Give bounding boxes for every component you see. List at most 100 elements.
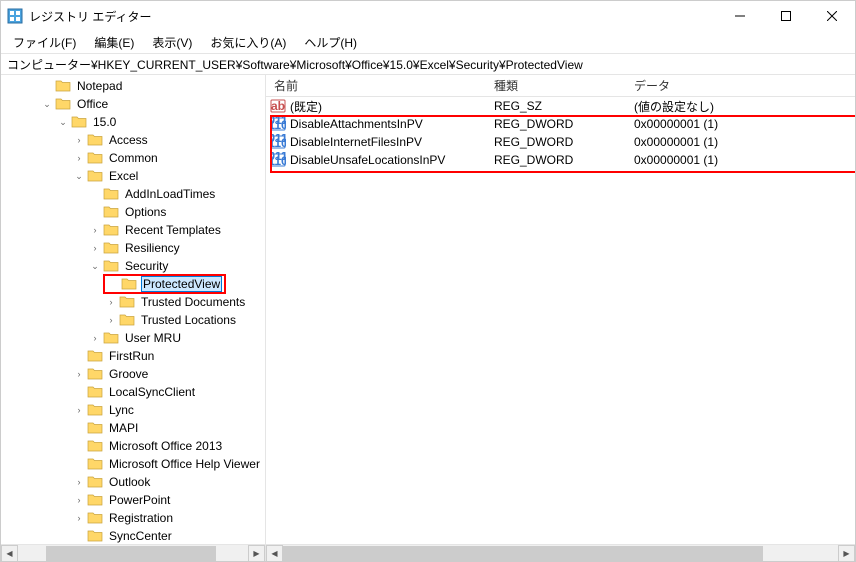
tree-item-msohelp[interactable]: Microsoft Office Help Viewer: [107, 457, 262, 471]
folder-icon: [87, 402, 103, 418]
tree-item-options[interactable]: Options: [123, 205, 168, 219]
tree-item-access[interactable]: Access: [107, 133, 150, 147]
expand-icon[interactable]: [73, 458, 85, 470]
scroll-track[interactable]: [283, 545, 838, 562]
scroll-track[interactable]: [18, 545, 248, 562]
menu-favorites[interactable]: お気に入り(A): [202, 32, 294, 53]
tree-item-common[interactable]: Common: [107, 151, 160, 165]
tree-item-registration[interactable]: Registration: [107, 511, 175, 525]
expand-icon[interactable]: [73, 440, 85, 452]
tree-item-security[interactable]: Security: [123, 259, 170, 273]
chevron-right-icon[interactable]: ›: [73, 152, 85, 164]
scroll-left-button[interactable]: ◀: [1, 545, 18, 562]
header-type[interactable]: 種類: [486, 77, 626, 94]
chevron-right-icon[interactable]: ›: [73, 512, 85, 524]
chevron-right-icon[interactable]: ›: [105, 314, 117, 326]
chevron-right-icon[interactable]: ›: [73, 476, 85, 488]
folder-icon: [87, 510, 103, 526]
highlight-box: ProtectedView: [103, 274, 226, 295]
chevron-right-icon[interactable]: ›: [73, 134, 85, 146]
tree-item-office[interactable]: Office: [75, 97, 110, 111]
tree-item-mapi[interactable]: MAPI: [107, 421, 140, 435]
minimize-button[interactable]: [717, 1, 763, 31]
chevron-down-icon[interactable]: ⌄: [89, 260, 101, 272]
expand-icon[interactable]: [73, 422, 85, 434]
menu-file[interactable]: ファイル(F): [5, 32, 84, 53]
tree-item-synccenter[interactable]: SyncCenter: [107, 529, 174, 543]
list-header: 名前 種類 データ: [266, 75, 855, 97]
tree-item-resiliency[interactable]: Resiliency: [123, 241, 182, 255]
expand-icon[interactable]: [41, 80, 53, 92]
tree-pane: Notepad ⌄ Office ⌄ 15.0 › Access › Common ⌄ E…: [1, 75, 266, 561]
list-row[interactable]: DisableAttachmentsInPVREG_DWORD0x0000000…: [266, 115, 855, 133]
list-row[interactable]: (既定)REG_SZ(値の設定なし): [266, 97, 855, 115]
menu-view[interactable]: 表示(V): [144, 32, 200, 53]
expand-icon[interactable]: [89, 206, 101, 218]
chevron-right-icon[interactable]: ›: [89, 332, 101, 344]
scroll-thumb[interactable]: [283, 546, 763, 561]
tree-item-localsync[interactable]: LocalSyncClient: [107, 385, 197, 399]
value-bin-icon: [270, 134, 286, 150]
tree-item-trustedlocs[interactable]: Trusted Locations: [139, 313, 238, 327]
header-name[interactable]: 名前: [266, 77, 486, 94]
list-body[interactable]: (既定)REG_SZ(値の設定なし)DisableAttachmentsInPV…: [266, 97, 855, 544]
tree-item-notepad[interactable]: Notepad: [75, 79, 124, 93]
folder-icon: [103, 204, 119, 220]
list-row[interactable]: DisableUnsafeLocationsInPVREG_DWORD0x000…: [266, 151, 855, 169]
expand-icon[interactable]: [107, 276, 119, 288]
tree-item-mso2013[interactable]: Microsoft Office 2013: [107, 439, 224, 453]
tree-item-excel[interactable]: Excel: [107, 169, 140, 183]
value-bin-icon: [270, 116, 286, 132]
app-icon: [7, 8, 23, 24]
expand-icon[interactable]: [73, 386, 85, 398]
chevron-right-icon[interactable]: ›: [105, 296, 117, 308]
registry-tree[interactable]: Notepad ⌄ Office ⌄ 15.0 › Access › Common ⌄ E…: [1, 75, 265, 544]
folder-icon: [87, 348, 103, 364]
tree-item-15[interactable]: 15.0: [91, 115, 118, 129]
menu-edit[interactable]: 編集(E): [86, 32, 142, 53]
chevron-down-icon[interactable]: ⌄: [41, 98, 53, 110]
folder-icon: [87, 420, 103, 436]
value-name: DisableUnsafeLocationsInPV: [290, 153, 445, 167]
expand-icon[interactable]: [89, 188, 101, 200]
scroll-right-button[interactable]: ▶: [838, 545, 855, 562]
list-hscroll[interactable]: ◀ ▶: [266, 544, 855, 561]
folder-icon: [103, 258, 119, 274]
expand-icon[interactable]: [73, 350, 85, 362]
tree-item-lync[interactable]: Lync: [107, 403, 136, 417]
tree-item-powerpoint[interactable]: PowerPoint: [107, 493, 172, 507]
chevron-right-icon[interactable]: ›: [73, 368, 85, 380]
tree-item-protectedview[interactable]: ProtectedView: [141, 276, 222, 292]
folder-icon: [87, 474, 103, 490]
address-text: コンピューター¥HKEY_CURRENT_USER¥Software¥Micro…: [7, 56, 583, 73]
scroll-left-button[interactable]: ◀: [266, 545, 283, 562]
close-button[interactable]: [809, 1, 855, 31]
chevron-down-icon[interactable]: ⌄: [73, 170, 85, 182]
tree-item-trusteddocs[interactable]: Trusted Documents: [139, 295, 247, 309]
tree-hscroll[interactable]: ◀ ▶: [1, 544, 265, 561]
chevron-right-icon[interactable]: ›: [89, 224, 101, 236]
list-row[interactable]: DisableInternetFilesInPVREG_DWORD0x00000…: [266, 133, 855, 151]
header-data[interactable]: データ: [626, 77, 855, 94]
tree-item-firstrun[interactable]: FirstRun: [107, 349, 156, 363]
scroll-right-button[interactable]: ▶: [248, 545, 265, 562]
folder-icon: [87, 438, 103, 454]
tree-item-usermru[interactable]: User MRU: [123, 331, 183, 345]
address-bar[interactable]: コンピューター¥HKEY_CURRENT_USER¥Software¥Micro…: [1, 53, 855, 75]
tree-item-recent[interactable]: Recent Templates: [123, 223, 223, 237]
tree-item-addin[interactable]: AddInLoadTimes: [123, 187, 217, 201]
value-data: 0x00000001 (1): [626, 135, 855, 149]
scroll-thumb[interactable]: [46, 546, 216, 561]
expand-icon[interactable]: [73, 530, 85, 542]
tree-item-outlook[interactable]: Outlook: [107, 475, 152, 489]
chevron-down-icon[interactable]: ⌄: [57, 116, 69, 128]
chevron-right-icon[interactable]: ›: [73, 494, 85, 506]
folder-icon: [87, 384, 103, 400]
value-data: (値の設定なし): [626, 98, 855, 115]
menu-help[interactable]: ヘルプ(H): [296, 32, 365, 53]
chevron-right-icon[interactable]: ›: [73, 404, 85, 416]
tree-item-groove[interactable]: Groove: [107, 367, 150, 381]
menubar: ファイル(F) 編集(E) 表示(V) お気に入り(A) ヘルプ(H): [1, 31, 855, 53]
maximize-button[interactable]: [763, 1, 809, 31]
chevron-right-icon[interactable]: ›: [89, 242, 101, 254]
